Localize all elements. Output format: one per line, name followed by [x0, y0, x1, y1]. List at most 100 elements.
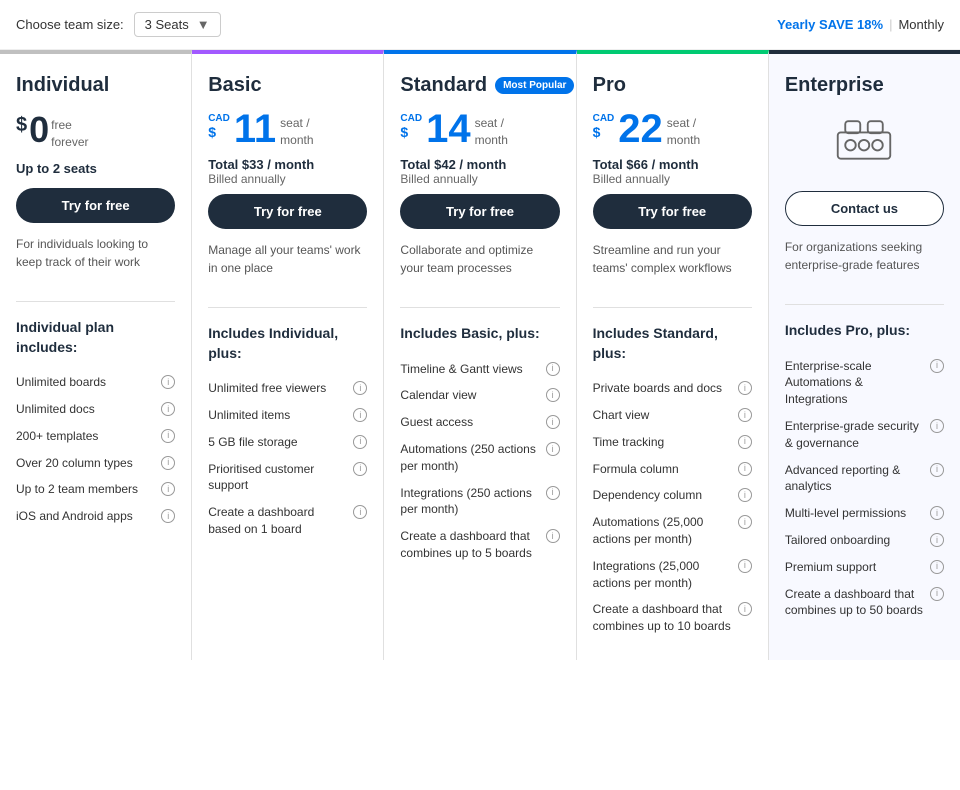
- try-free-button[interactable]: Try for free: [593, 194, 752, 229]
- price-unit: seat /month: [667, 115, 700, 149]
- price-amount: 11: [234, 109, 276, 149]
- plan-name: Pro: [593, 74, 752, 97]
- top-bar: Choose team size: 3 Seats ▼ Yearly SAVE …: [0, 0, 960, 50]
- info-icon[interactable]: i: [161, 456, 175, 470]
- info-icon[interactable]: i: [161, 509, 175, 523]
- price-unit: seat /month: [475, 115, 508, 149]
- feature-text: Enterprise-grade security & governance: [785, 418, 930, 452]
- team-size-label: Choose team size:: [16, 17, 124, 32]
- feature-item: Integrations (250 actions per month) i: [400, 480, 559, 524]
- total-price: Total $42 / month: [400, 157, 559, 172]
- divider: [208, 307, 367, 308]
- seat-dropdown[interactable]: 3 Seats ▼: [134, 12, 221, 37]
- feature-item: Enterprise-scale Automations & Integrati…: [785, 353, 944, 413]
- info-icon[interactable]: i: [930, 506, 944, 520]
- feature-item: Over 20 column types i: [16, 450, 175, 477]
- info-icon[interactable]: i: [546, 442, 560, 456]
- info-icon[interactable]: i: [738, 559, 752, 573]
- divider: [16, 301, 175, 302]
- info-icon[interactable]: i: [353, 505, 367, 519]
- plan-description: Manage all your teams' work in one place: [208, 241, 367, 291]
- billing-separator: |: [889, 17, 892, 32]
- feature-item: Formula column i: [593, 456, 752, 483]
- feature-text: Prioritised customer support: [208, 461, 353, 495]
- try-free-button[interactable]: Try for free: [16, 188, 175, 223]
- info-icon[interactable]: i: [546, 529, 560, 543]
- try-free-button[interactable]: Try for free: [208, 194, 367, 229]
- info-icon[interactable]: i: [930, 419, 944, 433]
- feature-item: Create a dashboard based on 1 board i: [208, 499, 367, 543]
- info-icon[interactable]: i: [353, 381, 367, 395]
- info-icon[interactable]: i: [546, 486, 560, 500]
- plan-card-individual: Individual $ 0 freeforever Up to 2 seats…: [0, 50, 192, 660]
- dollar-sign: $: [593, 125, 601, 139]
- feature-item: Multi-level permissions i: [785, 500, 944, 527]
- info-icon[interactable]: i: [738, 515, 752, 529]
- billing-monthly-option[interactable]: Monthly: [898, 17, 944, 32]
- feature-item: Up to 2 team members i: [16, 476, 175, 503]
- total-price: Total $66 / month: [593, 157, 752, 172]
- info-icon[interactable]: i: [930, 359, 944, 373]
- info-icon[interactable]: i: [161, 429, 175, 443]
- info-icon[interactable]: i: [353, 435, 367, 449]
- feature-text: Unlimited docs: [16, 401, 161, 418]
- feature-text: Automations (25,000 actions per month): [593, 514, 738, 548]
- price-unit: seat /month: [280, 115, 313, 149]
- feature-text: Calendar view: [400, 387, 545, 404]
- feature-item: Unlimited boards i: [16, 369, 175, 396]
- info-icon[interactable]: i: [930, 463, 944, 477]
- feature-item: Prioritised customer support i: [208, 456, 367, 500]
- feature-text: Advanced reporting & analytics: [785, 462, 930, 496]
- info-icon[interactable]: i: [546, 415, 560, 429]
- info-icon[interactable]: i: [930, 533, 944, 547]
- total-price: Total $33 / month: [208, 157, 367, 172]
- info-icon[interactable]: i: [738, 462, 752, 476]
- try-free-button[interactable]: Try for free: [400, 194, 559, 229]
- price-amount: 22: [618, 109, 663, 149]
- info-icon[interactable]: i: [738, 602, 752, 616]
- feature-text: Integrations (25,000 actions per month): [593, 558, 738, 592]
- includes-header: Individual plan includes:: [16, 318, 175, 357]
- plans-container: Individual $ 0 freeforever Up to 2 seats…: [0, 50, 960, 660]
- plan-name: Basic: [208, 74, 367, 97]
- info-icon[interactable]: i: [930, 587, 944, 601]
- info-icon[interactable]: i: [930, 560, 944, 574]
- plan-name: Enterprise: [785, 74, 944, 97]
- feature-item: iOS and Android apps i: [16, 503, 175, 530]
- plan-description: Collaborate and optimize your team proce…: [400, 241, 559, 291]
- feature-list: Private boards and docs i Chart view i T…: [593, 375, 752, 640]
- billed-note: Billed annually: [593, 172, 752, 186]
- plan-description: Streamline and run your teams' complex w…: [593, 241, 752, 291]
- plan-name-text: Standard: [400, 74, 487, 97]
- info-icon[interactable]: i: [161, 402, 175, 416]
- info-icon[interactable]: i: [738, 488, 752, 502]
- includes-header: Includes Pro, plus:: [785, 321, 944, 341]
- plan-name: Standard Most Popular: [400, 74, 559, 97]
- feature-text: 5 GB file storage: [208, 434, 353, 451]
- feature-text: Create a dashboard based on 1 board: [208, 504, 353, 538]
- feature-item: Unlimited free viewers i: [208, 375, 367, 402]
- price-block: CAD $ 11 seat /month: [208, 109, 367, 149]
- info-icon[interactable]: i: [353, 408, 367, 422]
- info-icon[interactable]: i: [738, 381, 752, 395]
- feature-text: Integrations (250 actions per month): [400, 485, 545, 519]
- info-icon[interactable]: i: [546, 362, 560, 376]
- feature-text: Chart view: [593, 407, 738, 424]
- feature-item: 5 GB file storage i: [208, 429, 367, 456]
- info-icon[interactable]: i: [161, 375, 175, 389]
- plan-description: For organizations seeking enterprise-gra…: [785, 238, 944, 288]
- billed-note: Billed annually: [208, 172, 367, 186]
- feature-item: Timeline & Gantt views i: [400, 356, 559, 383]
- price-amount: 0: [29, 109, 49, 151]
- info-icon[interactable]: i: [738, 408, 752, 422]
- team-size-selector[interactable]: Choose team size: 3 Seats ▼: [16, 12, 221, 37]
- info-icon[interactable]: i: [353, 462, 367, 476]
- feature-text: Create a dashboard that combines up to 5…: [785, 586, 930, 620]
- info-icon[interactable]: i: [161, 482, 175, 496]
- info-icon[interactable]: i: [738, 435, 752, 449]
- feature-item: Premium support i: [785, 554, 944, 581]
- billing-yearly-option[interactable]: Yearly SAVE 18%: [777, 17, 883, 32]
- contact-button[interactable]: Contact us: [785, 191, 944, 226]
- feature-item: Calendar view i: [400, 382, 559, 409]
- info-icon[interactable]: i: [546, 388, 560, 402]
